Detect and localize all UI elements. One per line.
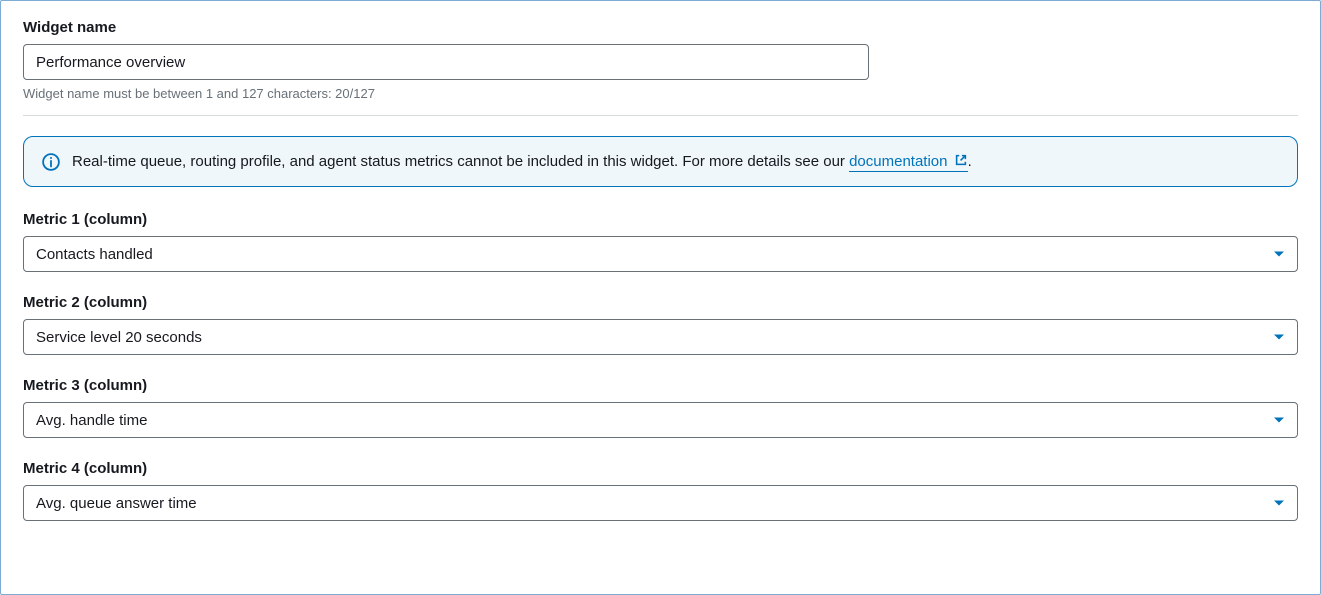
metric-3-group: Metric 3 (column) Avg. handle time	[23, 377, 1298, 438]
widget-name-label: Widget name	[23, 19, 1298, 36]
metric-3-value: Avg. handle time	[36, 412, 1273, 429]
info-alert: Real-time queue, routing profile, and ag…	[23, 136, 1298, 187]
metric-2-value: Service level 20 seconds	[36, 329, 1273, 346]
info-text-before: Real-time queue, routing profile, and ag…	[72, 153, 849, 170]
documentation-link-text: documentation	[849, 153, 947, 170]
chevron-down-icon	[1273, 331, 1285, 343]
metric-3-label: Metric 3 (column)	[23, 377, 1298, 394]
info-icon	[42, 153, 60, 171]
metric-4-group: Metric 4 (column) Avg. queue answer time	[23, 460, 1298, 521]
widget-name-group: Widget name Widget name must be between …	[23, 19, 1298, 101]
metric-2-label: Metric 2 (column)	[23, 294, 1298, 311]
metric-3-select[interactable]: Avg. handle time	[23, 402, 1298, 438]
widget-name-helper: Widget name must be between 1 and 127 ch…	[23, 86, 1298, 101]
metric-4-select[interactable]: Avg. queue answer time	[23, 485, 1298, 521]
info-text-after: .	[968, 153, 972, 170]
metric-1-select[interactable]: Contacts handled	[23, 236, 1298, 272]
chevron-down-icon	[1273, 414, 1285, 426]
metric-2-group: Metric 2 (column) Service level 20 secon…	[23, 294, 1298, 355]
metric-4-label: Metric 4 (column)	[23, 460, 1298, 477]
metric-1-label: Metric 1 (column)	[23, 211, 1298, 228]
external-link-icon	[954, 153, 968, 167]
chevron-down-icon	[1273, 248, 1285, 260]
metric-1-value: Contacts handled	[36, 246, 1273, 263]
chevron-down-icon	[1273, 497, 1285, 509]
info-alert-text: Real-time queue, routing profile, and ag…	[72, 151, 972, 172]
metric-4-value: Avg. queue answer time	[36, 495, 1273, 512]
metric-1-group: Metric 1 (column) Contacts handled	[23, 211, 1298, 272]
metric-2-select[interactable]: Service level 20 seconds	[23, 319, 1298, 355]
widget-config-panel: Widget name Widget name must be between …	[0, 0, 1321, 595]
widget-name-input[interactable]	[23, 44, 869, 80]
documentation-link[interactable]: documentation	[849, 153, 968, 172]
section-divider	[23, 115, 1298, 116]
